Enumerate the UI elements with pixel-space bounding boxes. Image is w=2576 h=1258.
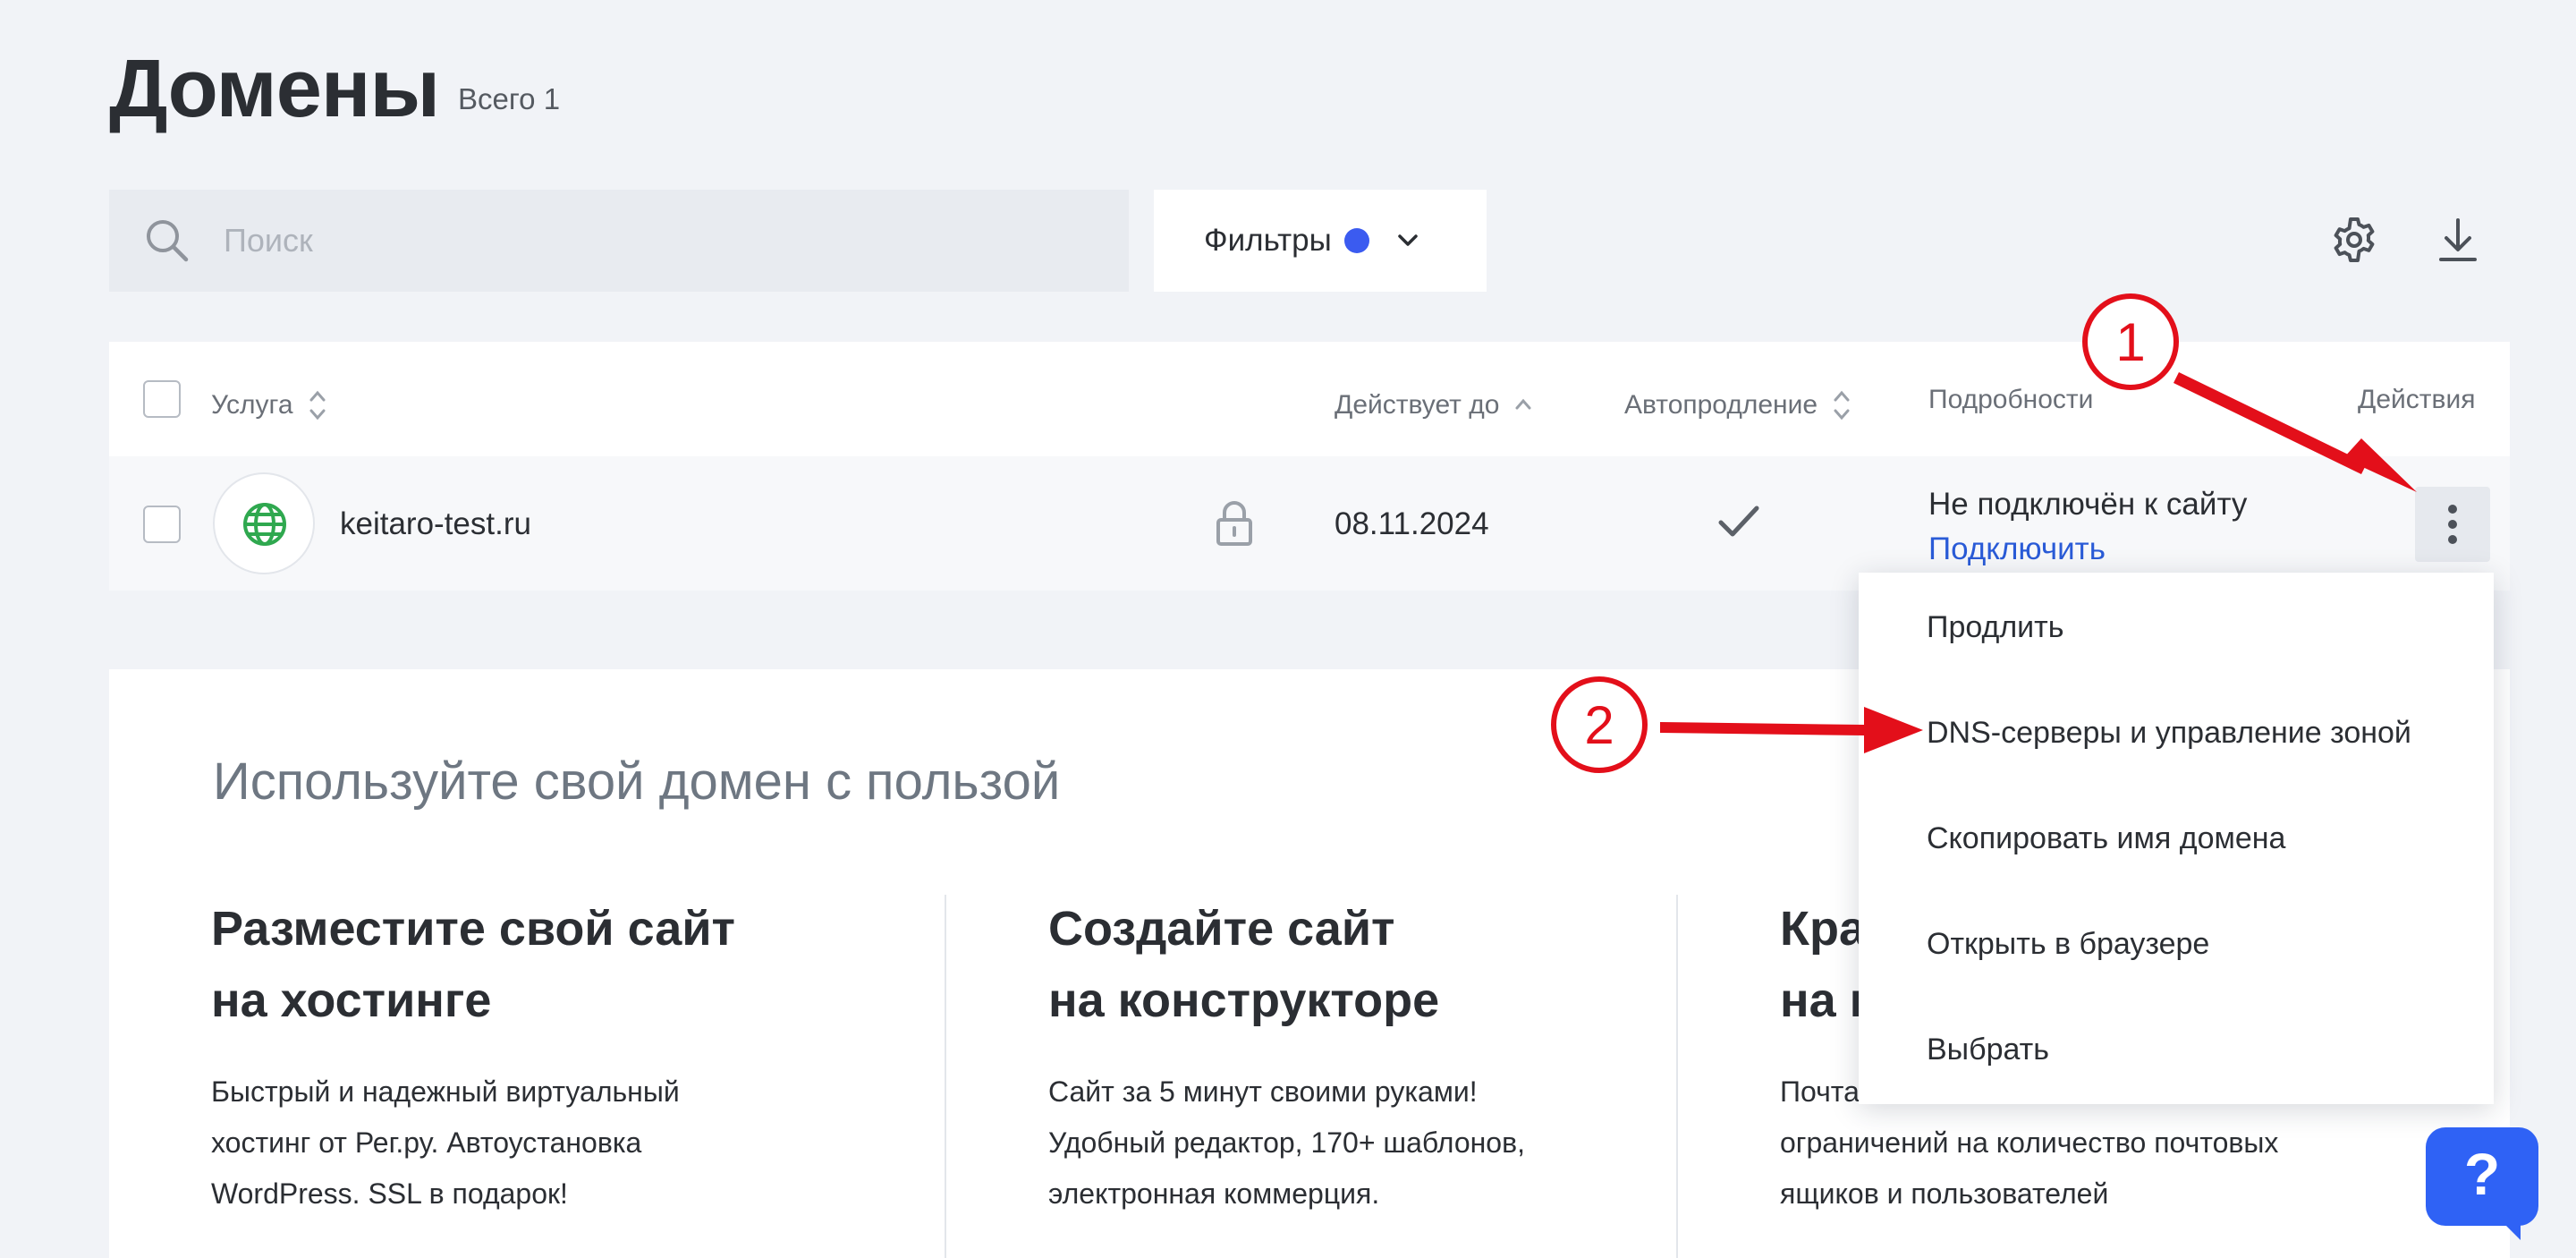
page-title: Домены (109, 43, 440, 134)
annotation-callout-2: 2 (1551, 676, 1648, 773)
column-details-label: Подробности (1928, 385, 2094, 414)
globe-icon (243, 503, 286, 546)
promo-text-line: хостинг от Рег.ру. Автоустановка (211, 1126, 642, 1159)
column-valid-until-label: Действует до (1335, 390, 1500, 420)
column-valid-until[interactable]: Действует до (1335, 385, 1535, 426)
menu-item-open-browser[interactable]: Открыть в браузере (1859, 891, 2494, 997)
column-autorenew[interactable]: Автопродление (1624, 385, 1853, 426)
column-actions: Действия (2358, 385, 2475, 415)
filters-button[interactable]: Фильтры (1154, 190, 1487, 292)
connection-status: Не подключён к сайту (1928, 487, 2248, 522)
promo-divider (945, 895, 946, 1258)
promo-text-line: ограничений на количество почтовых (1780, 1126, 2279, 1159)
more-actions-button[interactable] (2415, 487, 2490, 562)
promo-text: Быстрый и надежный виртуальный хостинг о… (211, 1067, 855, 1220)
sort-ascending-icon (1515, 398, 1531, 410)
search-input[interactable] (224, 190, 1100, 292)
promo-heading-line: на хостинге (211, 973, 492, 1027)
row-checkbox[interactable] (143, 506, 181, 543)
column-actions-label: Действия (2358, 385, 2476, 414)
help-button-tail (2488, 1208, 2521, 1240)
promo-text-line: Сайт за 5 минут своими руками! (1048, 1075, 1478, 1108)
checkmark-icon (1718, 506, 1759, 537)
promo-text-line: электронная коммерция. (1048, 1177, 1380, 1210)
download-icon[interactable] (2433, 215, 2483, 265)
menu-item-select[interactable]: Выбрать (1859, 997, 2494, 1102)
annotation-callout-1: 1 (2082, 293, 2179, 390)
help-button[interactable]: ? (2426, 1127, 2538, 1226)
promo-divider (1676, 895, 1678, 1258)
promo-constructor[interactable]: Создайте сайт на конструкторе Сайт за 5 … (1048, 893, 1692, 1220)
column-service-label: Услуга (211, 390, 293, 420)
promo-text-line: Быстрый и надежный виртуальный (211, 1075, 680, 1108)
promo-heading: Создайте сайт на конструкторе (1048, 893, 1674, 1036)
promo-heading-line: Разместите свой сайт (211, 902, 735, 956)
filters-active-indicator (1343, 228, 1369, 253)
sort-icon (1834, 390, 1850, 421)
promo-hosting[interactable]: Разместите свой сайт на хостинге Быстрый… (211, 893, 855, 1220)
gear-icon[interactable] (2329, 215, 2379, 265)
lock-icon (1216, 501, 1252, 546)
promo-text-line: Почта (1780, 1075, 1860, 1108)
promo-heading-line: Кра (1780, 902, 1866, 956)
search-icon (147, 220, 189, 262)
column-service[interactable]: Услуга (211, 385, 329, 426)
promo-text-line: Удобный редактор, 170+ шаблонов, (1048, 1126, 1525, 1159)
domain-avatar (213, 472, 315, 574)
column-details: Подробности (1928, 385, 2093, 415)
actions-menu: Продлить DNS-серверы и управление зоной … (1859, 573, 2494, 1104)
sort-icon (309, 390, 326, 421)
menu-item-renew[interactable]: Продлить (1859, 574, 2494, 680)
promo-text-line: ящиков и пользователей (1780, 1177, 2109, 1210)
domain-name[interactable]: keitaro-test.ru (340, 506, 531, 542)
promo-title: Используйте свой домен с пользой (213, 752, 1061, 811)
promo-text: Сайт за 5 минут своими руками! Удобный р… (1048, 1067, 1692, 1220)
filters-label: Фильтры (1204, 223, 1332, 258)
chevron-down-icon (1397, 234, 1418, 246)
kebab-dot (2448, 520, 2457, 529)
expiry-date: 08.11.2024 (1335, 506, 1489, 541)
search-box[interactable] (109, 190, 1129, 292)
promo-heading: Разместите свой сайт на хостинге (211, 893, 837, 1036)
menu-item-copy-domain[interactable]: Скопировать имя домена (1859, 786, 2494, 891)
help-label: ? (2463, 1141, 2501, 1207)
menu-item-dns[interactable]: DNS-серверы и управление зоной (1859, 680, 2494, 786)
kebab-dot (2448, 535, 2457, 544)
promo-heading-line: Создайте сайт (1048, 902, 1395, 956)
total-count: Всего 1 (458, 82, 561, 115)
kebab-dot (2448, 505, 2457, 514)
promo-heading-line: на конструкторе (1048, 973, 1440, 1027)
connect-link[interactable]: Подключить (1928, 531, 2106, 567)
table-row[interactable]: keitaro-test.ru 08.11.2024 Не подключён … (109, 456, 2510, 591)
column-autorenew-label: Автопродление (1624, 390, 1818, 420)
select-all-checkbox[interactable] (143, 380, 181, 418)
promo-text-line: WordPress. SSL в подарок! (211, 1177, 568, 1210)
